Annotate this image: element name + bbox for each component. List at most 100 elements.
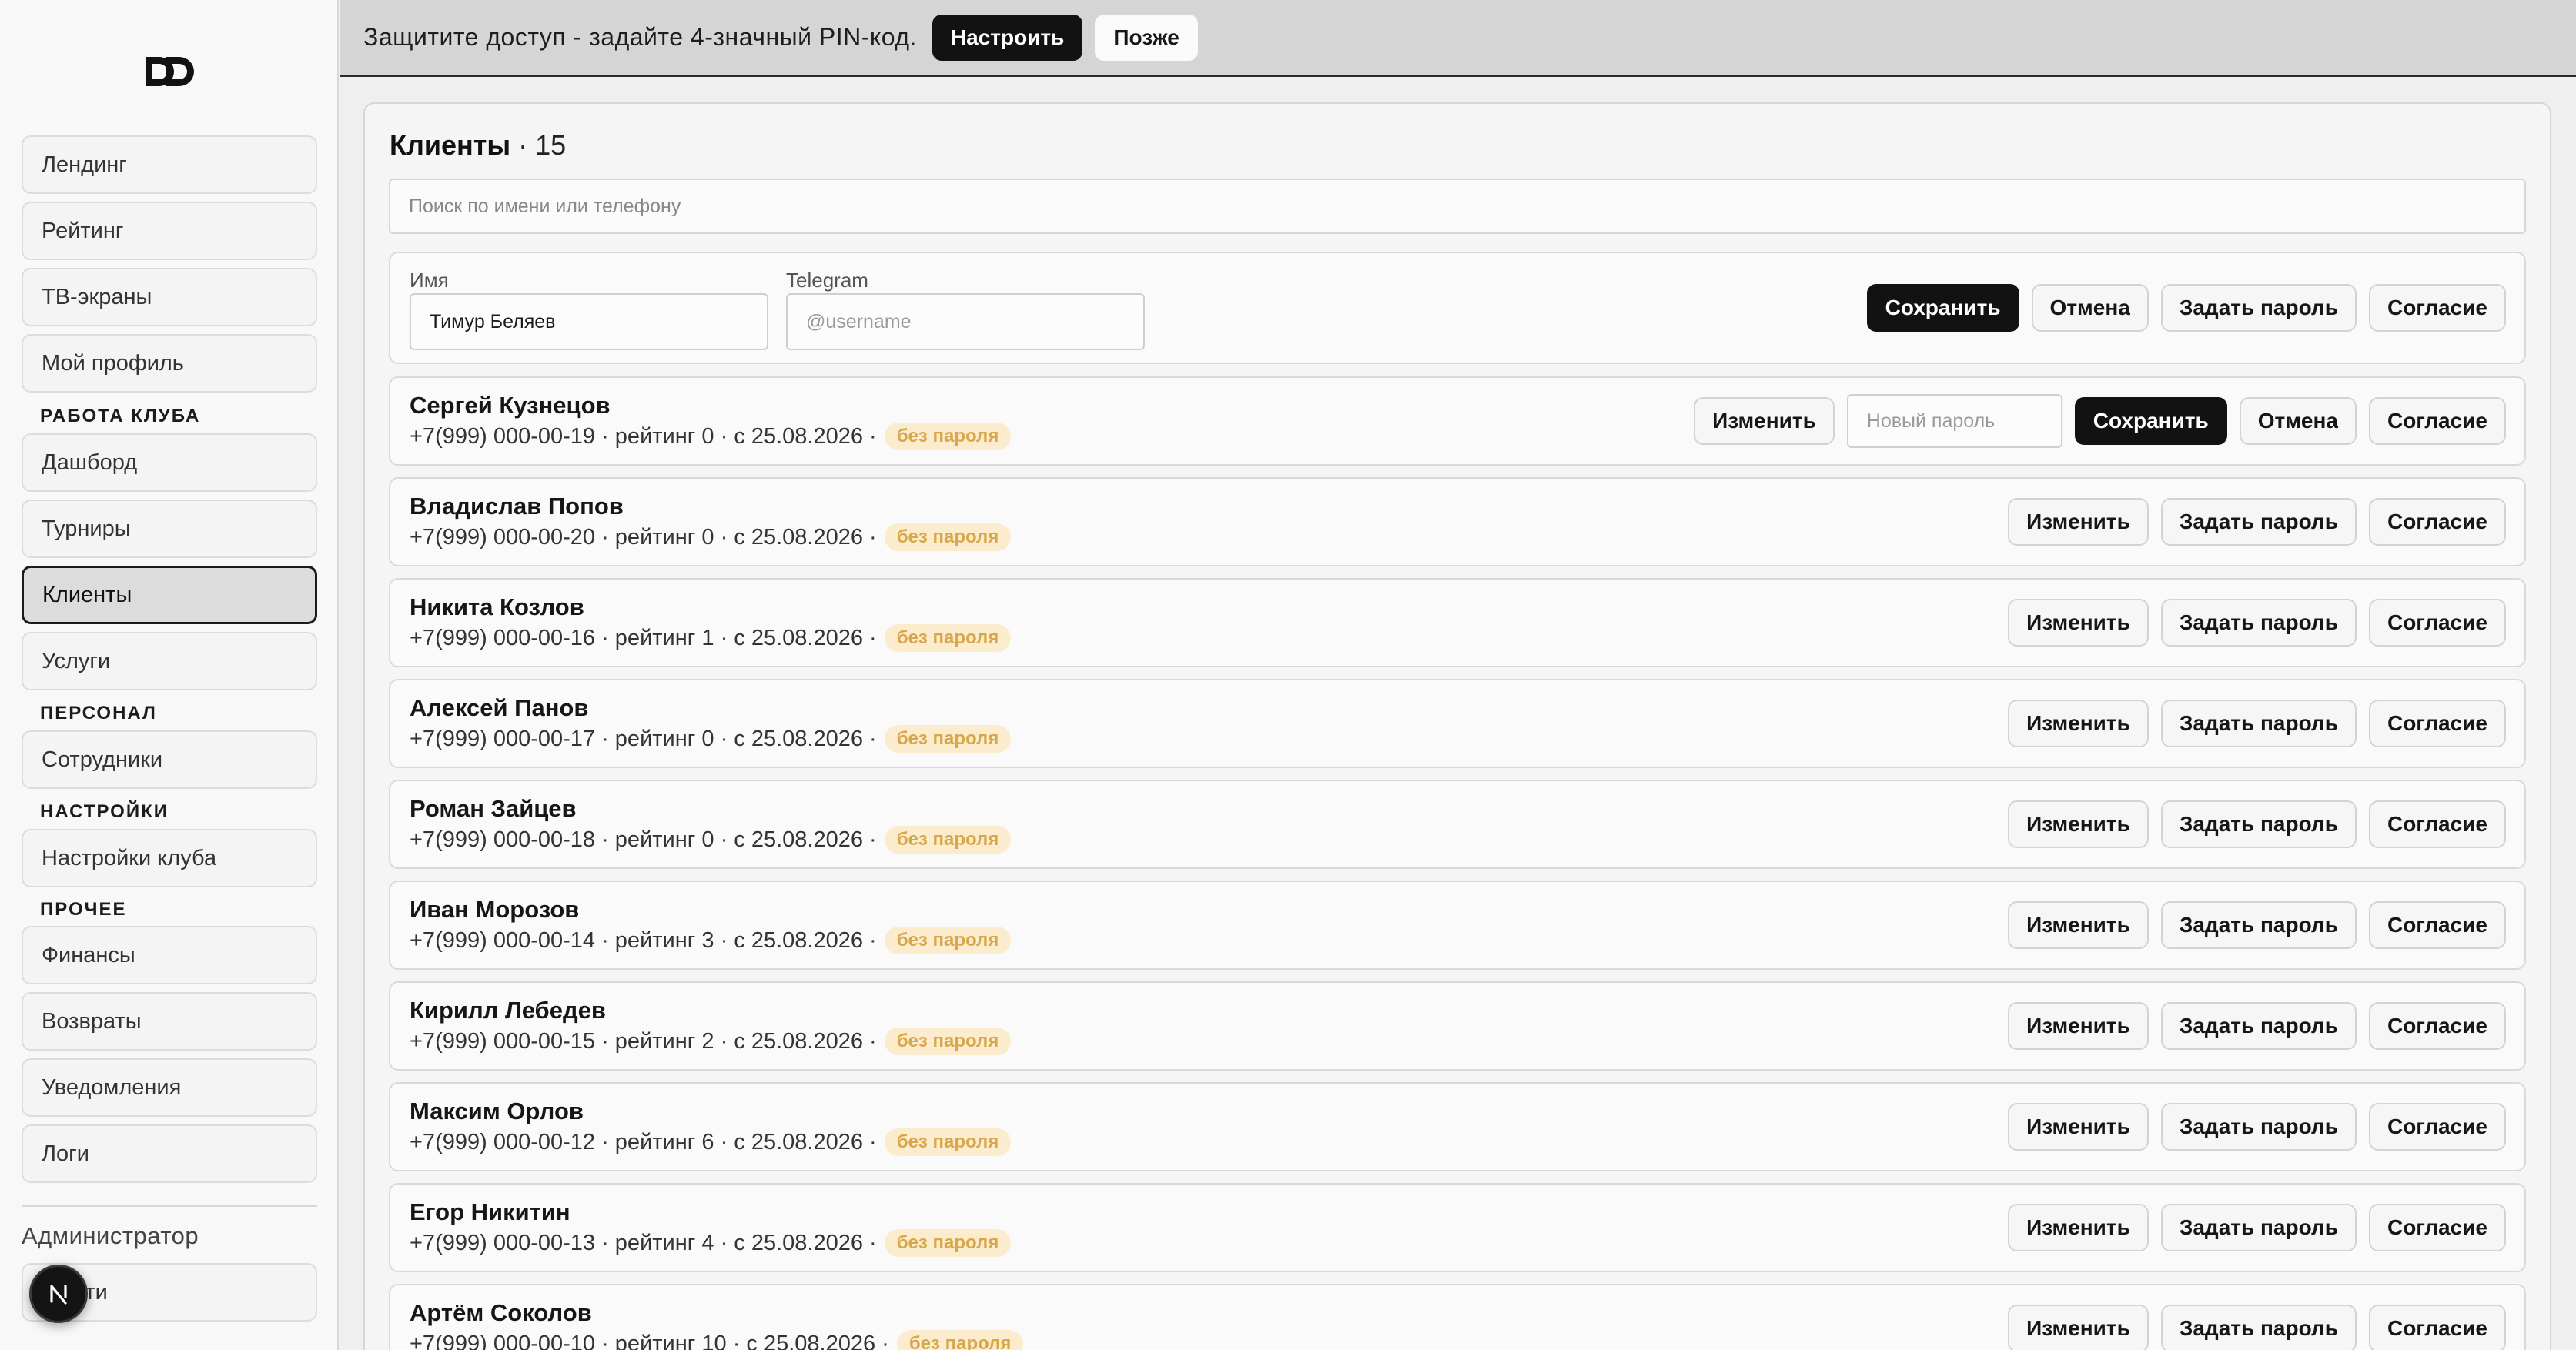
set-password-button[interactable]: Задать пароль bbox=[2160, 1002, 2357, 1050]
sidebar-item-employees[interactable]: Сотрудники bbox=[22, 730, 317, 789]
consent-button[interactable]: Согласие bbox=[2368, 498, 2506, 546]
client-details: +7(999) 000-00-13 · рейтинг 4 · с 25.08.… bbox=[410, 1230, 877, 1255]
client-meta: +7(999) 000-00-19 · рейтинг 0 · с 25.08.… bbox=[410, 423, 1012, 450]
client-actions: Изменить Задать пароль Согласие bbox=[2008, 1204, 2506, 1251]
client-name: Иван Морозов bbox=[410, 896, 580, 923]
client-row: Сергей Кузнецов +7(999) 000-00-19 · рейти… bbox=[389, 376, 2526, 466]
set-password-button[interactable]: Задать пароль bbox=[2160, 1305, 2357, 1350]
client-details: +7(999) 000-00-18 · рейтинг 0 · с 25.08.… bbox=[410, 827, 877, 852]
sidebar-item-dashboard[interactable]: Дашборд bbox=[22, 433, 317, 492]
sidebar-item-club-settings[interactable]: Настройки клуба bbox=[22, 829, 317, 887]
set-password-button[interactable]: Задать пароль bbox=[2160, 1103, 2357, 1151]
client-row: Кирилл Лебедев +7(999) 000-00-15 · рейтин… bbox=[389, 981, 2526, 1071]
set-password-button[interactable]: Задать пароль bbox=[2160, 1204, 2357, 1251]
edit-button[interactable]: Изменить bbox=[2008, 901, 2149, 949]
cancel-password-button[interactable]: Отмена bbox=[2239, 397, 2357, 445]
sidebar-item-refunds[interactable]: Возвраты bbox=[22, 992, 317, 1051]
edit-button[interactable]: Изменить bbox=[2008, 700, 2149, 747]
no-password-badge: без пароля bbox=[884, 1028, 1012, 1055]
sidebar: Лендинг Рейтинг ТВ-экраны Мой профиль РА… bbox=[0, 0, 339, 1350]
consent-button[interactable]: Согласие bbox=[2368, 397, 2506, 445]
sidebar-item-tournaments[interactable]: Турниры bbox=[22, 500, 317, 558]
edit-button[interactable]: Изменить bbox=[2008, 498, 2149, 546]
later-button[interactable]: Позже bbox=[1095, 14, 1198, 61]
setup-pin-button[interactable]: Настроить bbox=[932, 14, 1083, 61]
no-password-badge: без пароля bbox=[884, 826, 1012, 854]
set-password-button[interactable]: Задать пароль bbox=[2160, 800, 2357, 848]
sidebar-item-my-profile[interactable]: Мой профиль bbox=[22, 334, 317, 393]
client-row: Артём Соколов +7(999) 000-00-10 · рейтинг… bbox=[389, 1284, 2526, 1350]
clients-count: · 15 bbox=[518, 129, 567, 161]
consent-button[interactable]: Согласие bbox=[2368, 284, 2506, 332]
consent-button[interactable]: Согласие bbox=[2368, 901, 2506, 949]
consent-button[interactable]: Согласие bbox=[2368, 800, 2506, 848]
logo-icon[interactable] bbox=[142, 54, 196, 89]
set-password-button[interactable]: Задать пароль bbox=[2160, 901, 2357, 949]
new-password-input[interactable] bbox=[1846, 394, 2062, 448]
client-meta: +7(999) 000-00-16 · рейтинг 1 · с 25.08.… bbox=[410, 624, 1012, 652]
consent-button[interactable]: Согласие bbox=[2368, 599, 2506, 647]
no-password-badge: без пароля bbox=[884, 927, 1012, 954]
consent-button[interactable]: Согласие bbox=[2368, 1002, 2506, 1050]
client-actions: Изменить Задать пароль Согласие bbox=[2008, 1103, 2506, 1151]
n-logo-icon bbox=[50, 1285, 67, 1305]
set-password-button[interactable]: Задать пароль bbox=[2160, 498, 2357, 546]
telegram-field[interactable] bbox=[786, 293, 1145, 350]
set-password-button[interactable]: Задать пароль bbox=[2160, 700, 2357, 747]
pin-banner-text: Защитите доступ - задайте 4-значный PIN-… bbox=[363, 23, 917, 51]
edit-button[interactable]: Изменить bbox=[2008, 1305, 2149, 1350]
user-role: Администратор bbox=[22, 1222, 199, 1249]
consent-button[interactable]: Согласие bbox=[2368, 700, 2506, 747]
sidebar-item-landing[interactable]: Лендинг bbox=[22, 135, 317, 194]
client-name: Артём Соколов bbox=[410, 1299, 592, 1326]
sidebar-section-settings: НАСТРОЙКИ bbox=[40, 801, 169, 822]
client-details: +7(999) 000-00-17 · рейтинг 0 · с 25.08.… bbox=[410, 726, 877, 751]
client-name: Максим Орлов bbox=[410, 1098, 584, 1124]
no-password-badge: без пароля bbox=[884, 624, 1012, 652]
edit-button[interactable]: Изменить bbox=[2008, 599, 2149, 647]
sidebar-item-logs[interactable]: Логи bbox=[22, 1124, 317, 1183]
save-password-button[interactable]: Сохранить bbox=[2074, 397, 2227, 445]
set-password-button[interactable]: Задать пароль bbox=[2160, 599, 2357, 647]
consent-button[interactable]: Согласие bbox=[2368, 1305, 2506, 1350]
sidebar-item-tv-screens[interactable]: ТВ-экраны bbox=[22, 268, 317, 326]
edit-button[interactable]: Изменить bbox=[2008, 1103, 2149, 1151]
edit-button[interactable]: Изменить bbox=[2008, 1204, 2149, 1251]
client-details: +7(999) 000-00-12 · рейтинг 6 · с 25.08.… bbox=[410, 1129, 877, 1155]
name-label: Имя bbox=[410, 269, 449, 292]
client-actions: Изменить СохранитьОтменаСогласие bbox=[1694, 394, 2506, 448]
client-details: +7(999) 000-00-15 · рейтинг 2 · с 25.08.… bbox=[410, 1028, 877, 1054]
client-actions: Изменить Задать пароль Согласие bbox=[2008, 1305, 2506, 1350]
client-meta: +7(999) 000-00-18 · рейтинг 0 · с 25.08.… bbox=[410, 826, 1012, 854]
sidebar-section-work: РАБОТА КЛУБА bbox=[40, 406, 201, 426]
edit-form-actions: Сохранить Отмена Задать пароль Согласие bbox=[1866, 284, 2506, 332]
sidebar-item-rating[interactable]: Рейтинг bbox=[22, 202, 317, 260]
edit-button[interactable]: Изменить bbox=[2008, 800, 2149, 848]
save-button[interactable]: Сохранить bbox=[1866, 284, 2019, 332]
no-password-badge: без пароля bbox=[884, 1128, 1012, 1156]
search-input[interactable] bbox=[389, 179, 2526, 234]
set-password-button[interactable]: Задать пароль bbox=[2160, 284, 2357, 332]
no-password-badge: без пароля bbox=[884, 1229, 1012, 1257]
sidebar-item-notifications[interactable]: Уведомления bbox=[22, 1058, 317, 1117]
no-password-badge: без пароля bbox=[884, 523, 1012, 551]
sidebar-item-finances[interactable]: Финансы bbox=[22, 926, 317, 984]
sidebar-item-clients[interactable]: Клиенты bbox=[22, 566, 317, 624]
name-field[interactable] bbox=[410, 293, 768, 350]
client-meta: +7(999) 000-00-12 · рейтинг 6 · с 25.08.… bbox=[410, 1128, 1012, 1156]
client-details: +7(999) 000-00-14 · рейтинг 3 · с 25.08.… bbox=[410, 927, 877, 953]
sidebar-section-other: ПРОЧЕЕ bbox=[40, 899, 127, 920]
client-details: +7(999) 000-00-20 · рейтинг 0 · с 25.08.… bbox=[410, 524, 877, 550]
consent-button[interactable]: Согласие bbox=[2368, 1103, 2506, 1151]
no-password-badge: без пароля bbox=[884, 725, 1012, 753]
client-row: Владислав Попов +7(999) 000-00-20 · рейти… bbox=[389, 477, 2526, 566]
telegram-label: Telegram bbox=[786, 269, 868, 292]
sidebar-item-services[interactable]: Услуги bbox=[22, 632, 317, 690]
client-actions: Изменить Задать пароль Согласие bbox=[2008, 599, 2506, 647]
client-row: Максим Орлов +7(999) 000-00-12 · рейтинг … bbox=[389, 1082, 2526, 1171]
cancel-button[interactable]: Отмена bbox=[2031, 284, 2149, 332]
edit-button[interactable]: Изменить bbox=[1694, 397, 1835, 445]
nextjs-devtools-button[interactable] bbox=[29, 1265, 88, 1323]
edit-button[interactable]: Изменить bbox=[2008, 1002, 2149, 1050]
consent-button[interactable]: Согласие bbox=[2368, 1204, 2506, 1251]
